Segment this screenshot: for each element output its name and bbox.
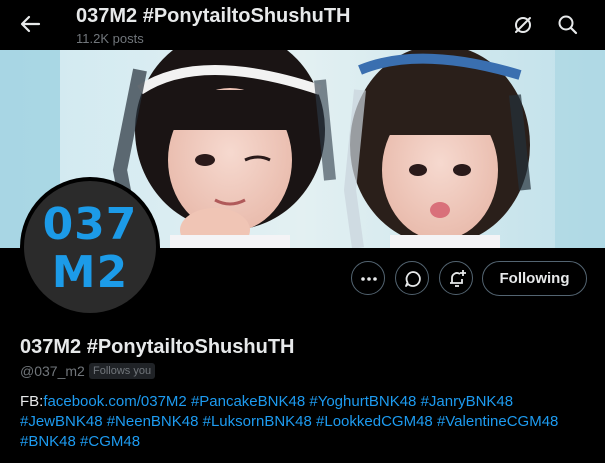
user-handle: @037_m2 (20, 363, 85, 379)
bio-prefix: FB: (20, 393, 44, 410)
hashtag-link[interactable]: #NeenBNK48 (107, 413, 199, 430)
message-button[interactable] (395, 261, 429, 295)
hashtag-link[interactable]: #YoghurtBNK48 (309, 393, 416, 410)
hashtag-link[interactable]: #JanryBNK48 (421, 393, 514, 410)
display-name: 037M2 #PonytailtoShushuTH (20, 336, 295, 358)
grok-button[interactable] (508, 10, 538, 40)
follows-you-badge: Follows you (89, 363, 156, 379)
hashtag-link[interactable]: #BNK48 (20, 433, 76, 450)
posts-count: 11.2K posts (76, 31, 144, 46)
notify-button[interactable] (439, 261, 473, 295)
bell-plus-icon (450, 270, 466, 287)
search-icon (558, 15, 578, 35)
avatar-text-line2: M2 (51, 247, 129, 298)
avatar-image: 037 M2 (24, 181, 156, 313)
back-button[interactable] (14, 9, 48, 39)
avatar-text-line1: 037 (42, 199, 138, 250)
profile-bio: FB:facebook.com/037M2 #PancakeBNK48 #Yog… (20, 392, 595, 452)
hashtag-link[interactable]: #PancakeBNK48 (191, 393, 305, 410)
search-button[interactable] (553, 10, 583, 40)
more-icon (361, 277, 377, 281)
hashtag-link[interactable]: #CGM48 (80, 433, 140, 450)
message-icon (405, 271, 421, 287)
more-button[interactable] (351, 261, 385, 295)
hashtag-link[interactable]: #JewBNK48 (20, 413, 103, 430)
page-title: 037M2 #PonytailtoShushuTH (76, 5, 351, 27)
avatar[interactable]: 037 M2 (20, 177, 160, 317)
grok-icon (515, 17, 531, 33)
hashtag-link[interactable]: #LuksornBNK48 (203, 413, 312, 430)
bio-link[interactable]: facebook.com/037M2 (43, 393, 186, 410)
back-arrow-icon (20, 15, 41, 33)
top-bar: 037M2 #PonytailtoShushuTH 11.2K posts (0, 0, 605, 50)
hashtag-link[interactable]: #LookkedCGM48 (316, 413, 433, 430)
following-button[interactable]: Following (482, 261, 587, 296)
hashtag-link[interactable]: #ValentineCGM48 (437, 413, 558, 430)
